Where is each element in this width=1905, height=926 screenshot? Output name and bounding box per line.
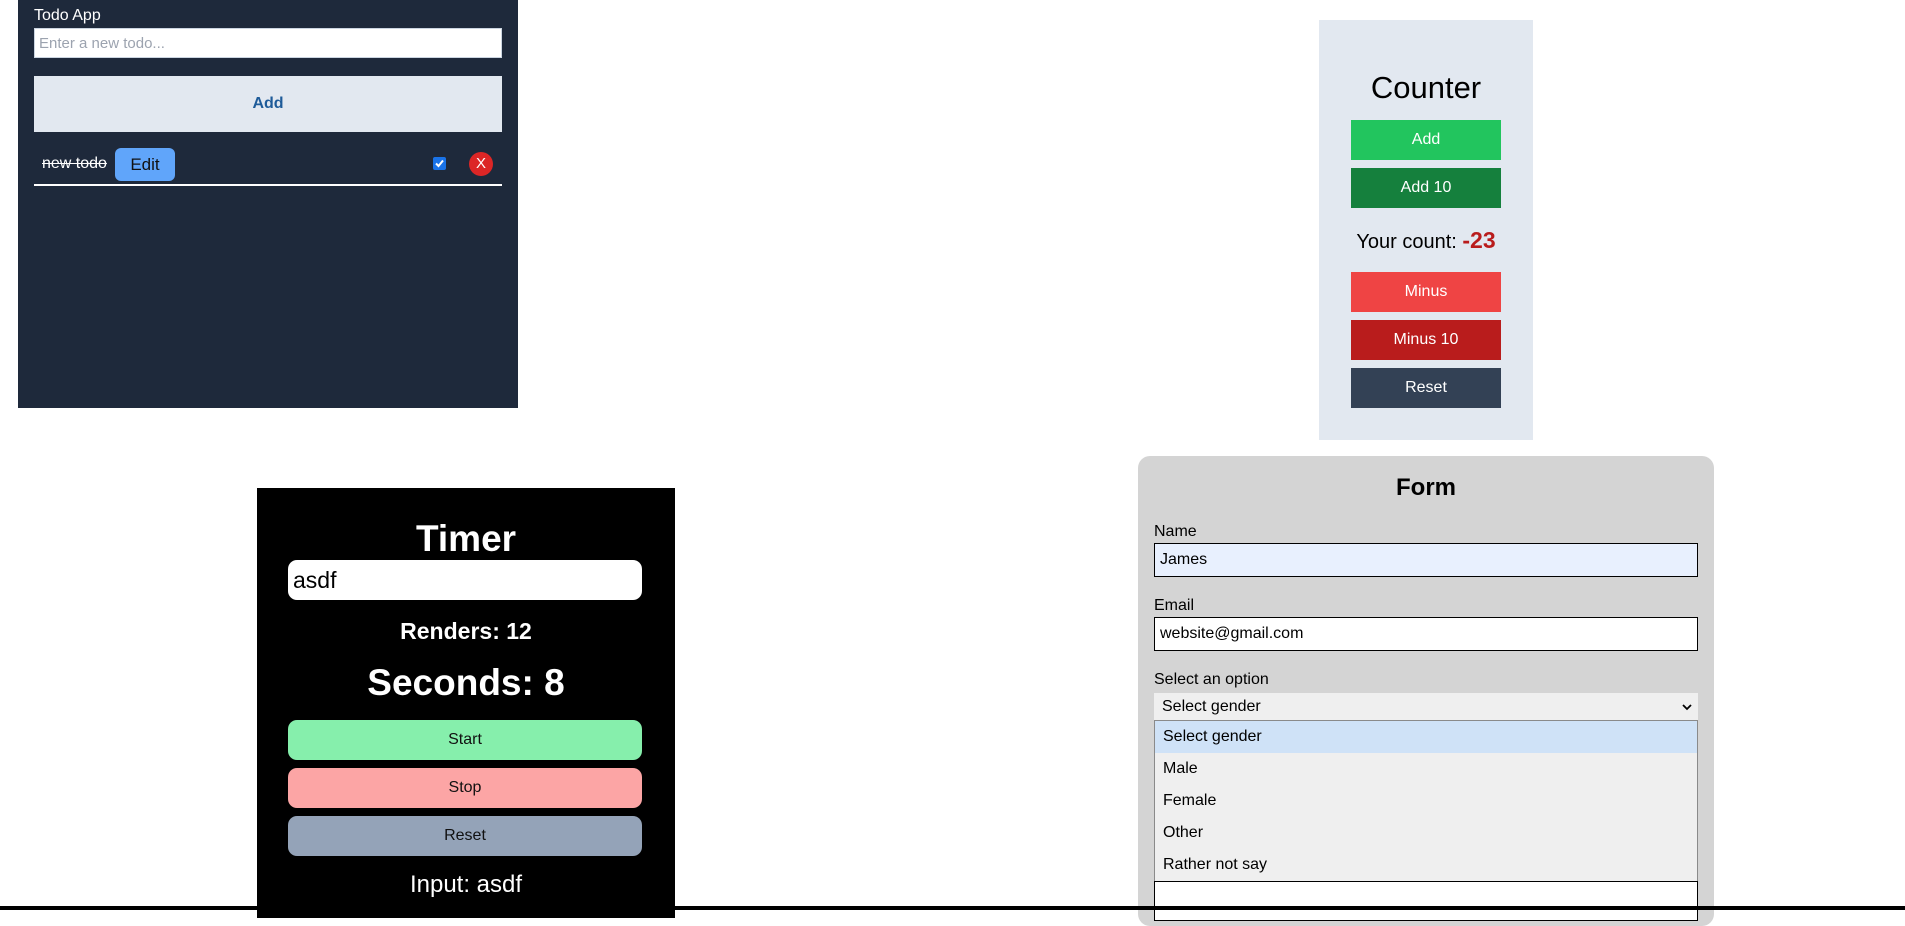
renders-count: Renders: 12	[400, 618, 532, 644]
add-button[interactable]: Add	[1351, 120, 1501, 160]
email-field[interactable]	[1154, 617, 1698, 651]
reset-timer-button[interactable]: Reset	[288, 816, 642, 856]
name-label: Name	[1154, 523, 1197, 540]
form-title: Form	[1396, 474, 1456, 501]
add-10-button[interactable]: Add 10	[1351, 168, 1501, 208]
name-field[interactable]	[1154, 543, 1698, 577]
option-rather-not-say[interactable]: Rather not say	[1155, 849, 1697, 881]
timer-panel: Timer Renders: 12 Seconds: 8 Start Stop …	[257, 488, 675, 918]
option-select-gender[interactable]: Select gender	[1155, 721, 1697, 753]
form-bottom-field[interactable]	[1154, 881, 1698, 921]
option-male[interactable]: Male	[1155, 753, 1697, 785]
count-display: Your count: -23	[1319, 227, 1533, 254]
start-timer-button[interactable]: Start	[288, 720, 642, 760]
minus-button[interactable]: Minus	[1351, 272, 1501, 312]
todo-completed-checkbox[interactable]	[433, 157, 446, 170]
select-label: Select an option	[1154, 671, 1269, 688]
counter-panel: Counter Add Add 10 Your count: -23 Minus…	[1319, 20, 1533, 440]
gender-options-list: Select gender Male Female Other Rather n…	[1154, 720, 1698, 882]
checkmark-icon	[435, 159, 444, 168]
todo-app-title: Todo App	[34, 7, 101, 24]
option-female[interactable]: Female	[1155, 785, 1697, 817]
delete-todo-button[interactable]: X	[469, 152, 493, 176]
seconds-display: Seconds: 8	[367, 662, 565, 703]
todo-app-panel: Todo App Add new todo Edit X	[18, 0, 518, 408]
page-bottom-border	[0, 906, 1905, 910]
input-echo: Input: asdf	[409, 871, 523, 898]
todo-item-text: new todo	[42, 155, 107, 172]
new-todo-input[interactable]	[34, 28, 502, 58]
counter-title: Counter	[1370, 70, 1482, 105]
minus-10-button[interactable]: Minus 10	[1351, 320, 1501, 360]
timer-text-input[interactable]	[288, 560, 642, 600]
stop-timer-button[interactable]: Stop	[288, 768, 642, 808]
edit-todo-button[interactable]: Edit	[115, 148, 175, 181]
email-label: Email	[1154, 597, 1195, 614]
add-todo-button[interactable]: Add	[34, 76, 502, 132]
count-value: -23	[1462, 227, 1496, 253]
reset-counter-button[interactable]: Reset	[1351, 368, 1501, 408]
form-panel: Form Name Email Select an option Select …	[1138, 456, 1714, 926]
gender-select[interactable]: Select gender	[1154, 693, 1698, 721]
option-other[interactable]: Other	[1155, 817, 1697, 849]
timer-title: Timer	[415, 518, 517, 559]
count-prefix: Your count:	[1356, 231, 1457, 253]
gender-select-value: Select gender	[1162, 698, 1261, 715]
todo-item: new todo Edit X	[34, 148, 502, 186]
